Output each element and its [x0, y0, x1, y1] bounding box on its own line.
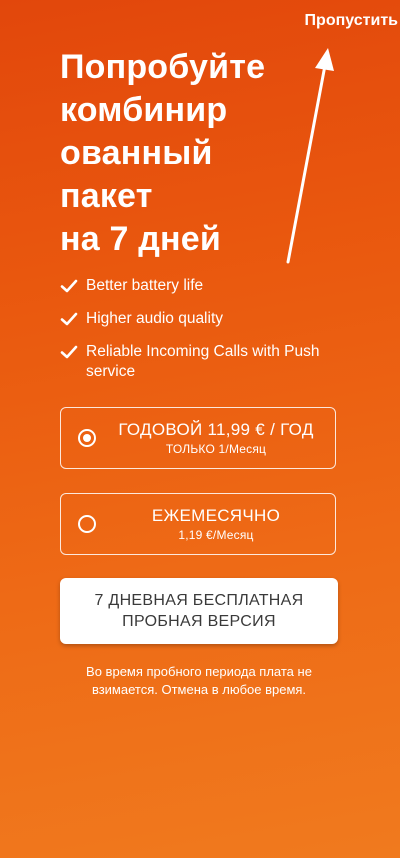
check-icon [60, 345, 78, 359]
plan-price-note: ТОЛЬКО 1/Месяц [165, 442, 267, 456]
promo-headline: Попробуйте комбинир ованный пакет на 7 д… [60, 48, 266, 258]
feature-label: Reliable Incoming Calls with Push servic… [86, 343, 320, 380]
plan-option-monthly[interactable]: ЕЖЕМЕСЯЧНО 1,19 €/Месяц [60, 493, 336, 555]
radio-selected-icon[interactable] [78, 429, 96, 447]
feature-label: Better battery life [86, 277, 204, 294]
plan-title: ЕЖЕМЕСЯЧНО [151, 506, 281, 525]
plan-price-note: 1,19 €/Месяц [178, 528, 254, 542]
feature-item: Higher audio quality [60, 309, 360, 329]
trial-disclaimer: Во время пробного периода плата не взима… [86, 664, 312, 697]
check-icon [60, 312, 78, 326]
radio-dot [83, 434, 91, 442]
start-trial-button[interactable]: 7 ДНЕВНАЯ БЕСПЛАТНАЯ ПРОБНАЯ ВЕРСИЯ [60, 578, 338, 644]
skip-button[interactable]: Пропустить [305, 12, 398, 30]
check-icon [60, 279, 78, 293]
feature-item: Reliable Incoming Calls with Push servic… [60, 342, 360, 382]
paywall-screen: Пропустить Попробуйте комбинир ованный п… [0, 0, 400, 858]
plan-option-yearly[interactable]: ГОДОВОЙ 11,99 € / ГОД ТОЛЬКО 1/Месяц [60, 407, 336, 469]
plan-text: ЕЖЕМЕСЯЧНО 1,19 €/Месяц [105, 505, 327, 544]
plan-title: ГОДОВОЙ 11,99 € / ГОД [118, 420, 314, 439]
feature-list: Better battery life Higher audio quality… [60, 276, 360, 395]
feature-item: Better battery life [60, 276, 360, 296]
feature-label: Higher audio quality [86, 310, 224, 327]
radio-unselected-icon[interactable] [78, 515, 96, 533]
plan-text: ГОДОВОЙ 11,99 € / ГОД ТОЛЬКО 1/Месяц [105, 419, 327, 458]
